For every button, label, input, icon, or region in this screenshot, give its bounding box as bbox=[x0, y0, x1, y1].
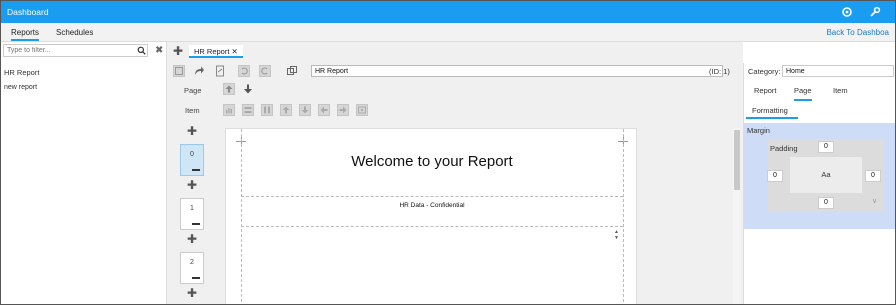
add-page-icon[interactable]: ✚ bbox=[187, 232, 197, 246]
redo-icon[interactable] bbox=[259, 65, 271, 77]
add-page-icon[interactable]: ✚ bbox=[187, 124, 197, 138]
margin-label: Margin bbox=[747, 126, 770, 135]
section-divider bbox=[241, 226, 623, 227]
margin-right-input[interactable]: 0 bbox=[865, 170, 881, 182]
padding-top-input[interactable]: 0 bbox=[818, 141, 834, 153]
pdf-icon[interactable] bbox=[214, 65, 226, 77]
page-thumbnail[interactable]: 1 bbox=[180, 198, 204, 230]
main-tab-bar: Reports Schedules Back To Dashboa bbox=[1, 23, 895, 42]
report-editor: ✚ HR Report ✕ (ID: 1) Page Item bbox=[167, 42, 743, 304]
page-thumbnail[interactable]: 0 bbox=[180, 144, 204, 176]
search-icon[interactable] bbox=[137, 46, 146, 57]
chevron-down-icon[interactable]: ∨ bbox=[872, 197, 877, 205]
category-label: Category: bbox=[748, 67, 781, 76]
report-subheading[interactable]: HR Data - Confidential bbox=[242, 202, 622, 209]
page-thumbnails: ✚ 0 ✚ 1 ✚ 2 ✚ bbox=[167, 124, 217, 304]
add-page-icon[interactable]: ✚ bbox=[187, 286, 197, 300]
wrench-icon[interactable] bbox=[869, 6, 881, 18]
table-icon[interactable] bbox=[242, 104, 254, 116]
tab-item[interactable]: Item bbox=[833, 86, 848, 95]
margin-editor: Margin Padding Aa 0 0 ∨ 0 0 bbox=[744, 123, 895, 229]
tab-report[interactable]: Report bbox=[754, 86, 777, 95]
padding-bottom-input[interactable]: 0 bbox=[818, 197, 834, 209]
margin-guide bbox=[623, 129, 624, 304]
report-heading[interactable]: Welcome to your Report bbox=[242, 153, 622, 170]
section-divider bbox=[241, 196, 623, 197]
page-move-down-icon[interactable] bbox=[242, 83, 254, 95]
add-page-icon[interactable]: ✚ bbox=[187, 178, 197, 192]
app-window: Dashboard Reports Schedules Back To Dash… bbox=[0, 0, 896, 305]
item-row-label: Item bbox=[185, 106, 200, 115]
margin-left-input[interactable]: 0 bbox=[767, 170, 783, 182]
tab-schedules[interactable]: Schedules bbox=[56, 28, 93, 37]
page-number: 2 bbox=[190, 259, 194, 266]
padding-label: Padding bbox=[770, 144, 798, 153]
report-id-label: (ID: 1) bbox=[709, 67, 730, 76]
item-left-icon[interactable] bbox=[318, 104, 330, 116]
item-down-icon[interactable] bbox=[299, 104, 311, 116]
item-up-icon[interactable] bbox=[280, 104, 292, 116]
page-number: 1 bbox=[190, 205, 194, 212]
item-right-icon[interactable] bbox=[337, 104, 349, 116]
canvas-scrollbar[interactable] bbox=[733, 128, 741, 304]
filter-input[interactable] bbox=[3, 44, 148, 57]
tab-formatting[interactable]: Formatting bbox=[746, 103, 798, 119]
spinner-down-icon[interactable]: ▼ bbox=[614, 236, 620, 241]
close-icon[interactable]: ✖ bbox=[155, 45, 163, 56]
back-to-dashboard-link[interactable]: Back To Dashboa bbox=[826, 28, 889, 37]
settings-gear-icon[interactable] bbox=[841, 6, 853, 18]
scrollbar-thumb[interactable] bbox=[734, 130, 740, 190]
list-item[interactable]: HR Report bbox=[4, 68, 39, 77]
report-canvas[interactable]: Welcome to your Report HR Data - Confide… bbox=[225, 128, 637, 304]
app-title: Dashboard bbox=[7, 7, 49, 17]
image-icon[interactable] bbox=[356, 104, 368, 116]
tab-reports[interactable]: Reports bbox=[11, 28, 40, 41]
report-name-input[interactable] bbox=[311, 65, 723, 77]
copy-icon[interactable] bbox=[286, 65, 298, 77]
page-number: 0 bbox=[190, 151, 194, 158]
page-thumbnail[interactable]: 2 bbox=[180, 252, 204, 284]
columns-icon[interactable] bbox=[261, 104, 273, 116]
page-move-up-icon[interactable] bbox=[223, 83, 235, 95]
content-preview: Aa bbox=[790, 157, 862, 193]
add-tab-icon[interactable]: ✚ bbox=[173, 44, 183, 58]
tab-hr-report[interactable]: HR Report ✕ bbox=[189, 45, 243, 58]
category-field[interactable] bbox=[782, 65, 894, 77]
top-bar: Dashboard bbox=[1, 1, 895, 23]
report-list-sidebar: ✖ HR Report new report bbox=[1, 42, 167, 304]
undo-icon[interactable] bbox=[238, 65, 250, 77]
save-icon[interactable] bbox=[173, 65, 185, 77]
tab-label: HR Report bbox=[194, 47, 230, 56]
page-row-label: Page bbox=[184, 86, 202, 95]
tab-page[interactable]: Page bbox=[794, 86, 812, 101]
chart-icon[interactable] bbox=[223, 104, 235, 116]
share-icon[interactable] bbox=[193, 65, 205, 77]
list-item[interactable]: new report bbox=[4, 84, 37, 91]
close-tab-icon[interactable]: ✕ bbox=[232, 47, 238, 56]
properties-panel: Category: Report Page Item Formatting Ma… bbox=[743, 63, 895, 304]
